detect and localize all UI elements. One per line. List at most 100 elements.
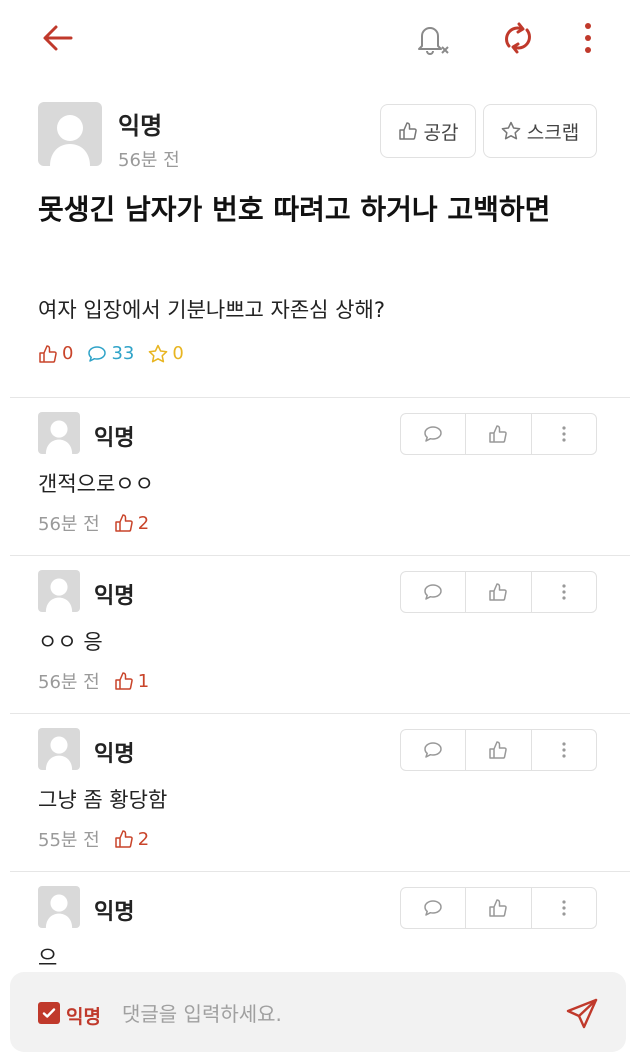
thumbs-up-icon bbox=[115, 514, 133, 532]
comment-like-value: 1 bbox=[137, 670, 150, 692]
send-button[interactable] bbox=[560, 992, 604, 1036]
post-body: 여자 입장에서 기분나쁘고 자존심 상해? bbox=[38, 298, 385, 322]
reply-button[interactable] bbox=[401, 414, 467, 454]
vertical-dots-icon bbox=[585, 23, 591, 53]
comment-text: 갠적으로ㅇㅇ bbox=[38, 472, 154, 496]
scrap-button-label: 스크랩 bbox=[526, 121, 580, 144]
default-avatar-icon bbox=[45, 736, 73, 770]
reply-button[interactable] bbox=[401, 572, 467, 612]
anonymous-checkbox[interactable] bbox=[38, 1002, 60, 1024]
comment-like-button[interactable] bbox=[466, 730, 532, 770]
refresh-button[interactable] bbox=[496, 16, 540, 60]
default-avatar-icon bbox=[45, 420, 73, 454]
thumbs-up-icon bbox=[115, 830, 133, 848]
comment-author: 익명 bbox=[94, 426, 135, 451]
like-count: 0 bbox=[38, 343, 73, 364]
comment-actions bbox=[400, 413, 597, 455]
avatar bbox=[38, 102, 102, 166]
reply-button[interactable] bbox=[401, 730, 467, 770]
comment-bubble-icon bbox=[424, 900, 442, 916]
comment-meta: 56분 전 2 bbox=[38, 510, 149, 536]
vertical-dots-icon bbox=[562, 584, 566, 600]
star-icon bbox=[501, 121, 521, 140]
comment-like-button[interactable] bbox=[466, 572, 532, 612]
comment-item: 익명 ㅇㅇ 응 56분 전 1 bbox=[0, 556, 640, 713]
post-time: 56분 전 bbox=[118, 150, 180, 171]
comment-text: ㅇㅇ 응 bbox=[38, 630, 103, 654]
comment-actions bbox=[400, 571, 597, 613]
like-count-value: 0 bbox=[62, 343, 74, 364]
comment-actions bbox=[400, 729, 597, 771]
top-bar bbox=[0, 0, 640, 80]
back-button[interactable] bbox=[36, 16, 80, 60]
comment-author: 익명 bbox=[94, 584, 135, 609]
comment-bubble-icon bbox=[424, 584, 442, 600]
checkmark-icon bbox=[42, 1008, 56, 1018]
thumbs-up-icon bbox=[489, 899, 508, 917]
comment-like-value: 2 bbox=[137, 828, 150, 850]
comment-like-button[interactable] bbox=[466, 414, 532, 454]
comment-count-value: 33 bbox=[111, 343, 135, 364]
comment-actions bbox=[400, 887, 597, 929]
thumbs-up-icon bbox=[39, 344, 57, 363]
default-avatar-icon bbox=[45, 894, 73, 928]
notification-off-button[interactable] bbox=[410, 16, 454, 60]
scrap-count: 0 bbox=[148, 343, 184, 364]
star-icon bbox=[149, 344, 168, 362]
avatar bbox=[38, 886, 80, 928]
like-button-label: 공감 bbox=[423, 121, 459, 144]
comment-like-button[interactable] bbox=[466, 888, 532, 928]
comment-time: 55분 전 bbox=[38, 830, 100, 851]
refresh-icon bbox=[505, 22, 531, 54]
comment-author: 익명 bbox=[94, 742, 135, 767]
comment-meta: 56분 전 1 bbox=[38, 668, 149, 694]
comment-time: 56분 전 bbox=[38, 672, 100, 693]
thumbs-up-icon bbox=[489, 741, 508, 759]
vertical-dots-icon bbox=[562, 426, 566, 442]
comment-like-count: 2 bbox=[114, 513, 149, 534]
more-options-button[interactable] bbox=[566, 16, 610, 60]
comment-author: 익명 bbox=[94, 900, 135, 925]
reply-button[interactable] bbox=[401, 888, 467, 928]
comment-like-count: 1 bbox=[114, 671, 149, 692]
comment-input[interactable] bbox=[122, 996, 542, 1032]
comment-more-button[interactable] bbox=[532, 730, 596, 770]
post-title: 못생긴 남자가 번호 따려고 하거나 고백하면 bbox=[38, 193, 551, 226]
send-icon bbox=[566, 998, 598, 1029]
arrow-left-icon bbox=[43, 25, 73, 51]
scrap-count-value: 0 bbox=[172, 343, 184, 364]
comment-more-button[interactable] bbox=[532, 572, 596, 612]
avatar bbox=[38, 570, 80, 612]
comment-text: 그냥 좀 황당함 bbox=[38, 788, 168, 812]
comment-bubble-icon bbox=[88, 345, 107, 362]
post-stats: 0 33 0 bbox=[38, 343, 184, 364]
comment-bubble-icon bbox=[424, 742, 442, 758]
comment-text: 으 bbox=[38, 946, 58, 970]
comment-like-count: 2 bbox=[114, 829, 149, 850]
comment-meta: 55분 전 2 bbox=[38, 826, 149, 852]
default-avatar-icon bbox=[45, 578, 73, 612]
comment-more-button[interactable] bbox=[532, 888, 596, 928]
comment-bubble-icon bbox=[424, 426, 442, 442]
comment-input-bar: 익명 bbox=[10, 972, 626, 1052]
thumbs-up-icon bbox=[489, 583, 508, 601]
post-author: 익명 bbox=[118, 112, 163, 140]
scrap-button[interactable]: 스크랩 bbox=[483, 104, 597, 158]
default-avatar-icon bbox=[50, 115, 90, 166]
vertical-dots-icon bbox=[562, 900, 566, 916]
bell-off-icon bbox=[418, 27, 449, 55]
anonymous-label: 익명 bbox=[66, 1006, 101, 1028]
avatar bbox=[38, 728, 80, 770]
comment-item: 익명 그냥 좀 황당함 55분 전 2 bbox=[0, 714, 640, 871]
comment-item: 익명 으 bbox=[0, 872, 640, 972]
thumbs-up-icon bbox=[115, 672, 133, 690]
vertical-dots-icon bbox=[562, 742, 566, 758]
avatar bbox=[38, 412, 80, 454]
comment-more-button[interactable] bbox=[532, 414, 596, 454]
like-button[interactable]: 공감 bbox=[380, 104, 476, 158]
thumbs-up-icon bbox=[489, 425, 508, 443]
thumbs-up-icon bbox=[398, 122, 417, 140]
comment-time: 56분 전 bbox=[38, 514, 100, 535]
comment-like-value: 2 bbox=[137, 512, 150, 534]
comment-item: 익명 갠적으로ㅇㅇ 56분 전 2 bbox=[0, 398, 640, 555]
